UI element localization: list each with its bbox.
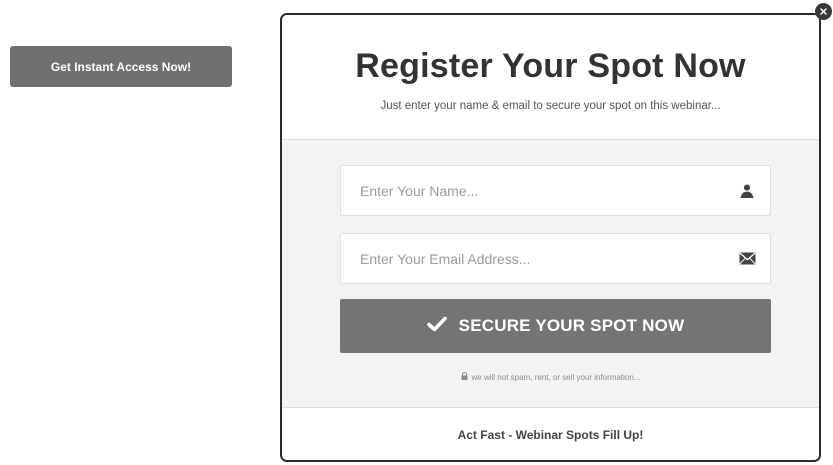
privacy-note: we will not spam, rent, or sell your inf…: [282, 372, 819, 382]
privacy-text: we will not spam, rent, or sell your inf…: [471, 372, 641, 382]
modal-title: Register Your Spot Now: [355, 47, 746, 85]
user-icon: [738, 182, 756, 200]
close-icon[interactable]: [815, 3, 832, 20]
secure-spot-label: SECURE YOUR SPOT NOW: [458, 316, 685, 335]
envelope-icon: [738, 250, 756, 268]
get-instant-access-button[interactable]: Get Instant Access Now!: [10, 46, 232, 87]
name-field[interactable]: [340, 165, 771, 216]
modal-footer: Act Fast - Webinar Spots Fill Up!: [282, 407, 819, 460]
secure-spot-button[interactable]: SECURE YOUR SPOT NOW: [340, 299, 771, 353]
checkmark-icon: [426, 316, 447, 337]
modal-header: Register Your Spot Now Just enter your n…: [282, 15, 819, 140]
email-input[interactable]: [341, 234, 770, 283]
footer-text: Act Fast - Webinar Spots Fill Up!: [457, 428, 644, 442]
registration-modal: Register Your Spot Now Just enter your n…: [280, 13, 821, 462]
lock-icon: [461, 372, 468, 382]
name-input[interactable]: [341, 166, 770, 215]
email-field[interactable]: [340, 233, 771, 284]
modal-subtitle: Just enter your name & email to secure y…: [380, 100, 721, 112]
